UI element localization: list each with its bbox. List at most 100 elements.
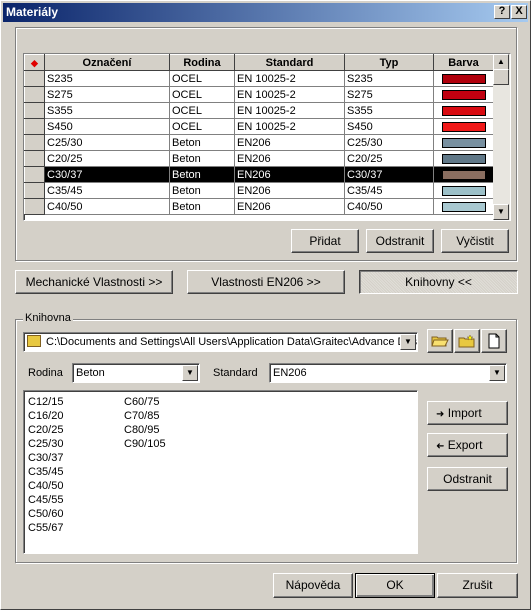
- table-row[interactable]: C20/25 Beton EN206 C20/25: [24, 150, 494, 167]
- chevron-down-icon[interactable]: ▼: [182, 365, 198, 381]
- tab-en206-properties[interactable]: Vlastnosti EN206 >>: [187, 270, 345, 294]
- cell-rodina[interactable]: Beton: [169, 182, 235, 199]
- cell-standard[interactable]: EN206: [234, 198, 345, 215]
- table-row[interactable]: S355 OCEL EN 10025-2 S355: [24, 102, 494, 119]
- row-header[interactable]: [24, 86, 45, 103]
- library-list-item[interactable]: C35/45: [28, 465, 63, 479]
- table-scrollbar[interactable]: ▲ ▼: [493, 54, 510, 220]
- row-header[interactable]: [24, 102, 45, 119]
- cell-typ[interactable]: C30/37: [344, 166, 434, 183]
- table-row[interactable]: C25/30 Beton EN206 C25/30: [24, 134, 494, 151]
- cell-oznaceni[interactable]: S450: [44, 118, 170, 135]
- cell-oznaceni[interactable]: S235: [44, 70, 170, 87]
- ok-button[interactable]: OK: [355, 573, 435, 598]
- col-header-oznaceni[interactable]: Označení: [44, 54, 170, 71]
- clear-button[interactable]: Vyčistit: [441, 229, 509, 253]
- table-row[interactable]: S275 OCEL EN 10025-2 S275: [24, 86, 494, 103]
- cell-barva[interactable]: [433, 86, 494, 103]
- cell-oznaceni[interactable]: C25/30: [44, 134, 170, 151]
- cell-typ[interactable]: C20/25: [344, 150, 434, 167]
- help-title-button[interactable]: ?: [494, 5, 510, 19]
- cell-barva[interactable]: [433, 150, 494, 167]
- chevron-down-icon[interactable]: ▼: [400, 334, 416, 350]
- row-header[interactable]: [24, 166, 45, 183]
- cell-oznaceni[interactable]: S355: [44, 102, 170, 119]
- tab-library[interactable]: Knihovny <<: [359, 270, 518, 294]
- library-list-item[interactable]: C12/15: [28, 395, 63, 409]
- library-list-item[interactable]: C20/25: [28, 423, 63, 437]
- table-row[interactable]: C40/50 Beton EN206 C40/50: [24, 198, 494, 215]
- table-row[interactable]: C30/37 Beton EN206 C30/37: [24, 166, 494, 183]
- col-header-rodina[interactable]: Rodina: [169, 54, 235, 71]
- rodina-combo[interactable]: Beton ▼: [72, 363, 200, 383]
- cell-standard[interactable]: EN 10025-2: [234, 118, 345, 135]
- chevron-down-icon[interactable]: ▼: [489, 365, 505, 381]
- row-header[interactable]: [24, 182, 45, 199]
- cell-standard[interactable]: EN206: [234, 134, 345, 151]
- table-row[interactable]: C35/45 Beton EN206 C35/45: [24, 182, 494, 199]
- cell-typ[interactable]: S275: [344, 86, 434, 103]
- export-button[interactable]: ➜ Export: [427, 433, 508, 457]
- cell-typ[interactable]: S355: [344, 102, 434, 119]
- cell-typ[interactable]: S450: [344, 118, 434, 135]
- cell-oznaceni[interactable]: C35/45: [44, 182, 170, 199]
- remove-button[interactable]: Odstranit: [366, 229, 434, 253]
- cell-rodina[interactable]: OCEL: [169, 118, 235, 135]
- row-header[interactable]: [24, 150, 45, 167]
- library-list-item[interactable]: C60/75: [124, 395, 166, 409]
- help-button[interactable]: Nápověda: [273, 573, 353, 598]
- scroll-down-icon[interactable]: ▼: [493, 204, 509, 220]
- cell-typ[interactable]: C25/30: [344, 134, 434, 151]
- library-list-item[interactable]: C16/20: [28, 409, 63, 423]
- library-remove-button[interactable]: Odstranit: [427, 467, 508, 491]
- cell-rodina[interactable]: Beton: [169, 150, 235, 167]
- close-title-button[interactable]: X: [511, 5, 527, 19]
- library-list-item[interactable]: C55/67: [28, 521, 63, 535]
- add-button[interactable]: Přidat: [291, 229, 359, 253]
- cell-barva[interactable]: [433, 134, 494, 151]
- library-list-item[interactable]: C90/105: [124, 437, 166, 451]
- cell-barva[interactable]: [433, 102, 494, 119]
- cell-rodina[interactable]: OCEL: [169, 102, 235, 119]
- cell-rodina[interactable]: Beton: [169, 134, 235, 151]
- cell-standard[interactable]: EN 10025-2: [234, 102, 345, 119]
- open-folder-button[interactable]: [427, 329, 453, 353]
- cell-barva[interactable]: [433, 182, 494, 199]
- cell-standard[interactable]: EN206: [234, 182, 345, 199]
- cell-rodina[interactable]: OCEL: [169, 70, 235, 87]
- tab-mechanical-properties[interactable]: Mechanické Vlastnosti >>: [15, 270, 173, 294]
- cell-barva[interactable]: [433, 70, 494, 87]
- cell-barva[interactable]: [433, 198, 494, 215]
- row-header[interactable]: [24, 134, 45, 151]
- cell-rodina[interactable]: Beton: [169, 166, 235, 183]
- scroll-up-icon[interactable]: ▲: [493, 54, 509, 70]
- library-list-item[interactable]: C40/50: [28, 479, 63, 493]
- library-list[interactable]: C12/15 C16/20 C20/25 C25/30 C30/37 C35/45 C40/…: [23, 390, 418, 554]
- library-path-combo[interactable]: C:\Documents and Settings\All Users\Appl…: [23, 332, 418, 352]
- cell-standard[interactable]: EN206: [234, 150, 345, 167]
- new-file-button[interactable]: [481, 329, 507, 353]
- cell-oznaceni[interactable]: S275: [44, 86, 170, 103]
- cell-barva[interactable]: [433, 118, 494, 135]
- col-header-standard[interactable]: Standard: [234, 54, 345, 71]
- new-folder-button[interactable]: [454, 329, 480, 353]
- cell-oznaceni[interactable]: C20/25: [44, 150, 170, 167]
- import-button[interactable]: ➜ Import: [427, 401, 508, 425]
- cell-barva[interactable]: [433, 166, 494, 183]
- library-list-item[interactable]: C45/55: [28, 493, 63, 507]
- cell-typ[interactable]: S235: [344, 70, 434, 87]
- library-list-item[interactable]: C25/30: [28, 437, 63, 451]
- row-header[interactable]: [24, 70, 45, 87]
- cancel-button[interactable]: Zrušit: [437, 573, 518, 598]
- table-row[interactable]: S450 OCEL EN 10025-2 S450: [24, 118, 494, 135]
- cell-rodina[interactable]: OCEL: [169, 86, 235, 103]
- cell-oznaceni[interactable]: C40/50: [44, 198, 170, 215]
- scroll-thumb[interactable]: [493, 69, 509, 85]
- row-header[interactable]: [24, 198, 45, 215]
- col-header-barva[interactable]: Barva: [433, 54, 494, 71]
- cell-standard[interactable]: EN 10025-2: [234, 70, 345, 87]
- library-list-item[interactable]: C30/37: [28, 451, 63, 465]
- cell-standard[interactable]: EN 10025-2: [234, 86, 345, 103]
- standard-combo[interactable]: EN206 ▼: [269, 363, 507, 383]
- cell-rodina[interactable]: Beton: [169, 198, 235, 215]
